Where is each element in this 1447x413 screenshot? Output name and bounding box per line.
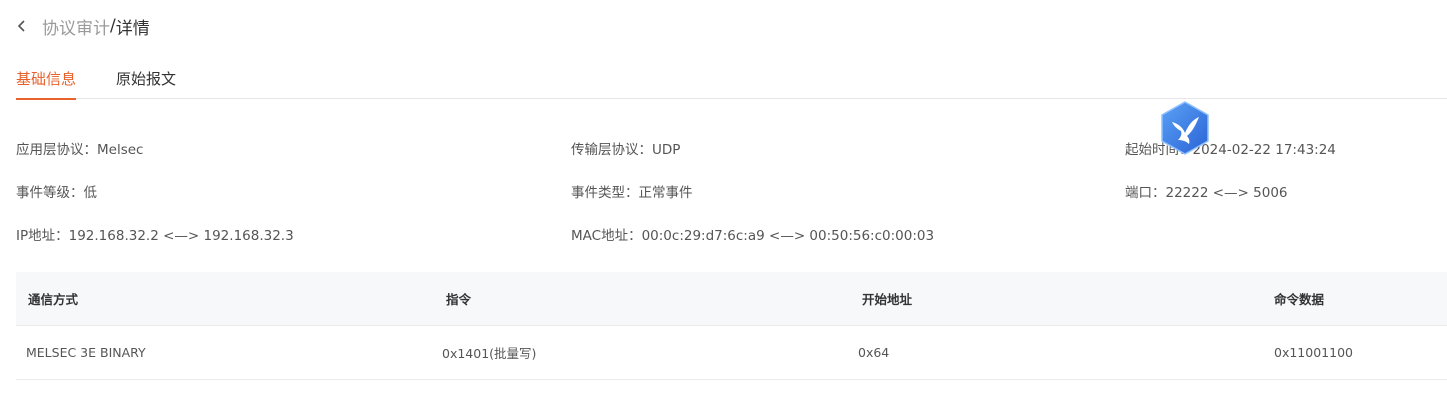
mac-address-field: MAC地址：00:0c:29:d7:6c:a9 <—> 00:50:56:c0:… [571, 224, 934, 244]
tab-basic-info[interactable]: 基础信息 [16, 64, 77, 100]
transport-protocol-field: 传输层协议：UDP [571, 138, 680, 158]
info-row: 事件等级：低 事件类型：正常事件 端口：22222 <—> 5006 [16, 181, 1447, 201]
table-row: MELSEC 3E BINARY 0x1401(批量写) 0x64 0x1100… [16, 326, 1447, 380]
tab-bar: 基础信息 原始报文 [16, 64, 1447, 100]
page-title: 详情 [115, 18, 150, 39]
event-type-value: 正常事件 [638, 185, 693, 201]
event-level-value: 低 [83, 185, 98, 201]
mac-address-value: 00:0c:29:d7:6c:a9 <—> 00:50:56:c0:00:03 [641, 228, 935, 244]
cell-start-address: 0x64 [858, 345, 890, 360]
tab-raw-message[interactable]: 原始报文 [116, 64, 176, 99]
ip-address-field: IP地址：192.168.32.2 <—> 192.168.32.3 [16, 224, 294, 244]
info-row: 应用层协议：Melsec 传输层协议：UDP 起始时间：2024-02-22 1… [16, 138, 1447, 158]
event-type-field: 事件类型：正常事件 [571, 181, 693, 201]
port-label: 端口： [1125, 185, 1166, 201]
column-header-command: 指令 [446, 292, 472, 307]
table-header-row: 通信方式 指令 开始地址 命令数据 [16, 272, 1447, 326]
port-field: 端口：22222 <—> 5006 [1125, 181, 1288, 201]
start-time-value: 2024-02-22 17:43:24 [1192, 142, 1336, 158]
protocol-audit-detail-page: 协议审计 / 详情 基础信息 原始报文 应用层协议：Melsec 传输层协议：U… [0, 0, 1447, 413]
event-type-label: 事件类型： [571, 185, 639, 201]
mac-address-label: MAC地址： [571, 228, 642, 244]
column-header-start-address: 开始地址 [862, 292, 913, 307]
chevron-left-icon[interactable] [16, 17, 34, 35]
app-protocol-label: 应用层协议： [16, 142, 97, 158]
ip-address-value: 192.168.32.2 <—> 192.168.32.3 [68, 228, 294, 244]
ip-address-label: IP地址： [16, 228, 69, 244]
app-protocol-value: Melsec [97, 142, 144, 158]
cell-comm-mode: MELSEC 3E BINARY [26, 345, 146, 360]
cell-command-data: 0x11001100 [1274, 345, 1353, 360]
bird-badge-icon[interactable] [1159, 100, 1211, 156]
cell-command: 0x1401(批量写) [442, 346, 537, 361]
transport-protocol-value: UDP [652, 142, 681, 158]
column-header-comm-mode: 通信方式 [28, 292, 79, 307]
breadcrumb: 协议审计 / 详情 [16, 12, 150, 40]
info-row: IP地址：192.168.32.2 <—> 192.168.32.3 MAC地址… [16, 224, 1447, 244]
breadcrumb-parent-link[interactable]: 协议审计 [42, 14, 110, 39]
start-time-field: 起始时间：2024-02-22 17:43:24 [1125, 138, 1336, 158]
port-value: 22222 <—> 5006 [1165, 185, 1288, 201]
command-table: 通信方式 指令 开始地址 命令数据 MELSEC 3E BINARY 0x140… [16, 272, 1447, 380]
event-level-field: 事件等级：低 [16, 181, 97, 201]
event-level-label: 事件等级： [16, 185, 84, 201]
transport-protocol-label: 传输层协议： [571, 142, 652, 158]
column-header-command-data: 命令数据 [1274, 292, 1325, 307]
app-protocol-field: 应用层协议：Melsec [16, 138, 143, 158]
